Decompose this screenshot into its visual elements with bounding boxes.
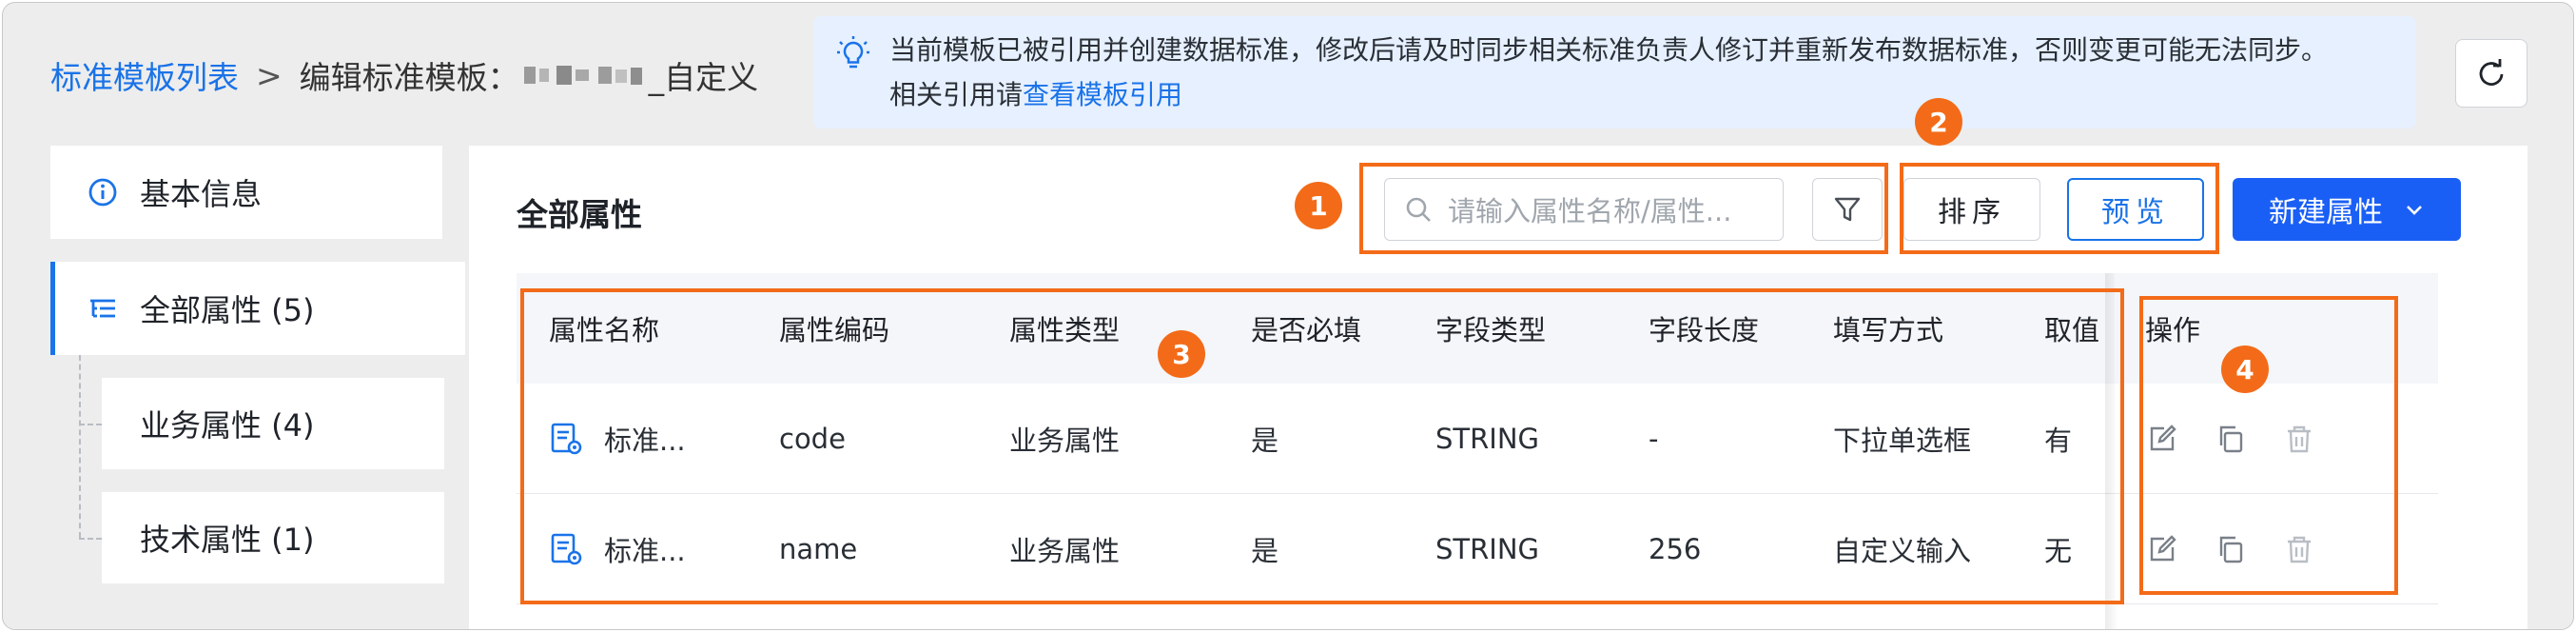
sidebar-item-basic-info[interactable]: 基本信息 (50, 146, 442, 239)
tree-icon (90, 299, 115, 318)
view-template-references-link[interactable]: 查看模板引用 (1023, 79, 1182, 110)
breadcrumb-current-suffix: _自定义 (648, 59, 759, 96)
tree-connector (79, 538, 102, 540)
annotation-box-actions (1900, 163, 2219, 254)
new-attribute-label: 新建属性 (2269, 196, 2383, 229)
breadcrumb: 标准模板列表 > 编辑标准模板： _自定义 (50, 52, 758, 98)
breadcrumb-current-prefix: 编辑标准模板： (299, 59, 519, 96)
annotation-badge: 2 (1915, 98, 1962, 146)
tree-connector (79, 424, 102, 425)
sidebar-item-label: 业务属性 (4) (140, 407, 315, 444)
sidebar-item-business-attributes[interactable]: 业务属性 (4) (102, 378, 444, 469)
refresh-button[interactable] (2455, 39, 2527, 108)
chevron-down-icon (2407, 206, 2422, 215)
refresh-icon (2479, 59, 2504, 86)
notice-line-1: 当前模板已被引用并创建数据标准，修改后请及时同步相关标准负责人修订并重新发布数据… (889, 34, 2329, 66)
redacted-name-blur (523, 66, 642, 85)
notice-line-2-prefix: 相关引用请 (889, 79, 1024, 110)
sidebar-item-technical-attributes[interactable]: 技术属性 (1) (102, 492, 444, 583)
breadcrumb-root-link[interactable]: 标准模板列表 (50, 52, 239, 98)
annotation-box-operations (2139, 296, 2398, 595)
bulb-icon (837, 36, 869, 69)
sidebar-item-label: 基本信息 (140, 176, 263, 212)
breadcrumb-separator: > (256, 56, 283, 94)
notice-line-2: 相关引用请查看模板引用 (889, 72, 2416, 117)
app-frame: 标准模板列表 > 编辑标准模板： _自定义 当前模板已被引用并创建数据标准，修改… (2, 2, 2574, 630)
annotation-box-search (1359, 163, 1888, 254)
annotation-box-table (520, 288, 2124, 604)
annotation-badge: 3 (1158, 330, 1205, 378)
info-icon (88, 178, 117, 207)
page-title: 全部属性 (517, 196, 642, 233)
reference-notice: 当前模板已被引用并创建数据标准，修改后请及时同步相关标准负责人修订并重新发布数据… (813, 16, 2416, 128)
annotation-badge: 1 (1295, 182, 1342, 229)
sidebar-item-label: 全部属性 (5) (140, 292, 315, 328)
annotation-badge: 4 (2221, 346, 2269, 393)
new-attribute-button[interactable]: 新建属性 (2233, 178, 2461, 241)
sidebar-item-label: 技术属性 (1) (140, 522, 315, 558)
sidebar-item-all-attributes[interactable]: 全部属性 (5) (50, 262, 465, 355)
tree-connector (79, 355, 81, 538)
